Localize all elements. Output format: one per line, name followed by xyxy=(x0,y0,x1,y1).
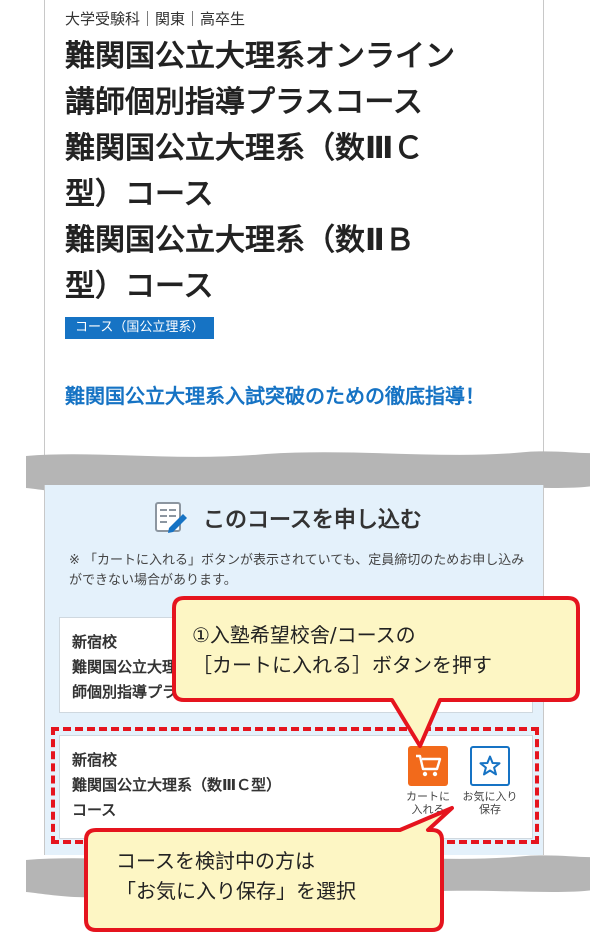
callout-line: ［カートに入れる］ボタンを押す xyxy=(192,653,492,677)
callout-step2-text: コースを検討中の方は 「お気に入り保存」を選択 xyxy=(116,846,356,906)
callout-step1-text: ①入塾希望校舎/コースの ［カートに入れる］ボタンを押す xyxy=(192,620,492,680)
callout-line: 「お気に入り保存」を選択 xyxy=(116,879,356,903)
callout-line: コースを検討中の方は xyxy=(116,849,315,873)
callout-line: ①入塾希望校舎/コースの xyxy=(192,623,416,647)
callout-balloons xyxy=(84,596,580,932)
